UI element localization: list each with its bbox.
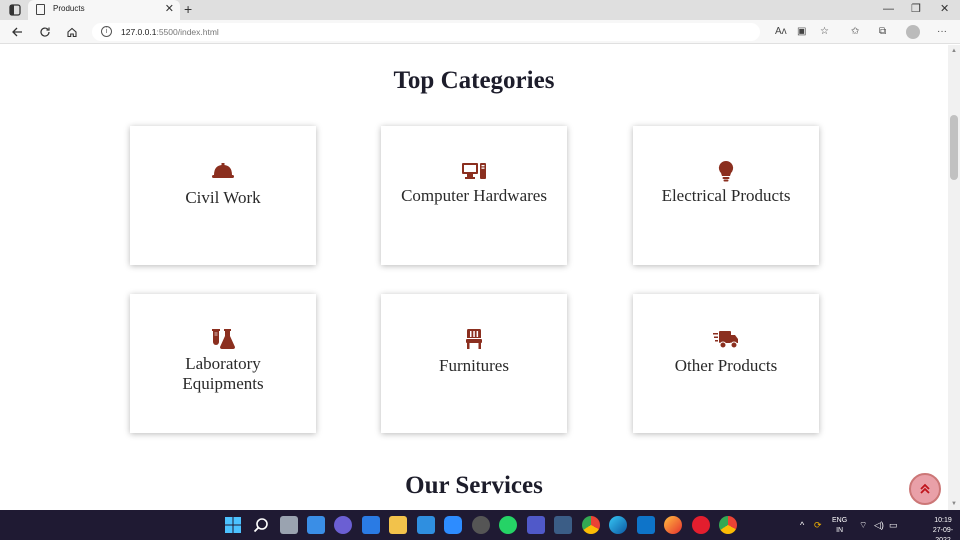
category-label: Computer Hardwares bbox=[401, 186, 547, 205]
lab-flask-icon bbox=[212, 329, 235, 349]
scroll-down-icon[interactable]: ▼ bbox=[951, 501, 957, 507]
favorites-icon[interactable]: ✩ bbox=[851, 25, 859, 39]
category-label: Furnitures bbox=[439, 356, 509, 375]
wifi-icon[interactable]: ⌔ bbox=[859, 520, 867, 530]
category-card-civil-work[interactable]: Civil Work bbox=[130, 126, 316, 265]
back-button[interactable] bbox=[9, 24, 25, 40]
mail-icon[interactable] bbox=[417, 516, 435, 534]
category-card-electrical-products[interactable]: Electrical Products bbox=[633, 126, 819, 265]
refresh-button[interactable] bbox=[37, 24, 53, 40]
address-bar[interactable]: i 127.0.0.1:5500/index.html bbox=[92, 23, 760, 41]
system-clock[interactable]: 10:19 27-09-2022 bbox=[926, 516, 960, 540]
tab-strip: Products ✕ + — ❐ ✕ bbox=[0, 0, 960, 20]
page-content: Top Categories Civil Work Computer Hardw… bbox=[0, 45, 948, 510]
category-card-other-products[interactable]: Other Products bbox=[633, 294, 819, 433]
onedrive-sync-icon[interactable]: ⟳ bbox=[814, 520, 822, 530]
page-icon bbox=[36, 4, 45, 15]
new-tab-button[interactable]: + bbox=[184, 1, 192, 17]
category-card-laboratory-equipments[interactable]: Laboratory Equipments bbox=[130, 294, 316, 433]
add-favorite-icon[interactable]: ☆ bbox=[820, 25, 829, 39]
tab-title: Products bbox=[53, 4, 85, 13]
url-path: :5500/index.html bbox=[156, 27, 219, 37]
show-hidden-icons-chevron-icon[interactable]: ^ bbox=[800, 520, 804, 530]
home-button[interactable] bbox=[64, 24, 80, 40]
url-text: 127.0.0.1:5500/index.html bbox=[121, 27, 219, 37]
read-aloud-icon[interactable]: Aʌ bbox=[775, 25, 787, 39]
widgets-icon[interactable] bbox=[307, 516, 325, 534]
teams-chat-icon[interactable] bbox=[334, 516, 352, 534]
double-chevron-up-icon bbox=[920, 483, 930, 494]
opera-icon[interactable] bbox=[692, 516, 710, 534]
computer-icon bbox=[462, 163, 486, 179]
teams-icon[interactable] bbox=[527, 516, 545, 534]
search-icon[interactable] bbox=[252, 516, 270, 534]
back-to-top-button[interactable] bbox=[909, 473, 941, 505]
refresh-icon bbox=[40, 27, 50, 37]
chair-icon bbox=[466, 329, 482, 349]
more-menu-icon[interactable]: ··· bbox=[937, 25, 947, 39]
browser-tab-products[interactable]: Products ✕ bbox=[28, 0, 180, 20]
home-icon bbox=[67, 27, 77, 38]
page-scrollbar[interactable]: ▲ ▼ bbox=[948, 45, 960, 510]
clock-date: 27-09-2022 bbox=[932, 527, 954, 540]
language-code: ENG bbox=[832, 517, 848, 524]
restore-button[interactable]: ❐ bbox=[911, 2, 921, 16]
helmet-icon bbox=[212, 163, 234, 178]
zoom-icon[interactable] bbox=[444, 516, 462, 534]
immersive-reader-icon[interactable]: ▣ bbox=[797, 25, 806, 39]
url-host: 127.0.0.1 bbox=[121, 27, 157, 37]
firefox-icon[interactable] bbox=[664, 516, 682, 534]
category-card-computer-hardwares[interactable]: Computer Hardwares bbox=[381, 126, 567, 265]
snipping-tool-icon[interactable] bbox=[554, 516, 572, 534]
close-window-button[interactable]: ✕ bbox=[940, 2, 949, 16]
minimize-button[interactable]: — bbox=[883, 2, 894, 16]
top-categories-title: Top Categories bbox=[393, 67, 555, 94]
whatsapp-icon[interactable] bbox=[499, 516, 517, 534]
scrollbar-thumb[interactable] bbox=[950, 115, 958, 180]
language-indicator[interactable]: ENG IN bbox=[832, 516, 847, 536]
chrome-profile-icon[interactable] bbox=[719, 516, 737, 534]
collections-icon[interactable]: ⧉ bbox=[879, 25, 886, 39]
delivery-truck-icon bbox=[713, 331, 738, 349]
store-icon[interactable] bbox=[362, 516, 380, 534]
region-code: IN bbox=[836, 527, 844, 534]
category-label: Other Products bbox=[674, 356, 778, 375]
clock-time: 10:19 bbox=[934, 517, 952, 524]
address-toolbar: i 127.0.0.1:5500/index.html Aʌ ▣ ☆ ✩ ⧉ ·… bbox=[0, 20, 960, 44]
task-view-icon[interactable] bbox=[280, 516, 298, 534]
volume-icon[interactable]: ◁) bbox=[874, 520, 884, 530]
battery-icon[interactable]: ▭ bbox=[889, 520, 898, 530]
windows-start-icon[interactable] bbox=[224, 516, 242, 534]
close-tab-icon[interactable]: ✕ bbox=[165, 3, 174, 15]
chrome-icon[interactable] bbox=[582, 516, 600, 534]
scroll-up-icon[interactable]: ▲ bbox=[951, 48, 957, 54]
our-services-title: Our Services bbox=[405, 472, 543, 499]
category-card-furnitures[interactable]: Furnitures bbox=[381, 294, 567, 433]
profile-avatar[interactable] bbox=[906, 25, 920, 39]
category-label: Electrical Products bbox=[661, 186, 791, 205]
vscode-icon[interactable] bbox=[637, 516, 655, 534]
category-label: Laboratory Equipments bbox=[182, 354, 264, 393]
edge-icon[interactable] bbox=[609, 516, 627, 534]
lightbulb-icon bbox=[718, 160, 734, 182]
obs-icon[interactable] bbox=[472, 516, 490, 534]
back-arrow-icon bbox=[12, 27, 22, 37]
tab-actions-icon[interactable] bbox=[8, 3, 22, 17]
site-info-icon[interactable]: i bbox=[101, 26, 112, 37]
file-explorer-icon[interactable] bbox=[389, 516, 407, 534]
category-label: Civil Work bbox=[185, 188, 261, 207]
os-taskbar: ^ ⟳ ENG IN ⌔ ◁) ▭ 10:19 27-09-2022 bbox=[0, 510, 960, 540]
